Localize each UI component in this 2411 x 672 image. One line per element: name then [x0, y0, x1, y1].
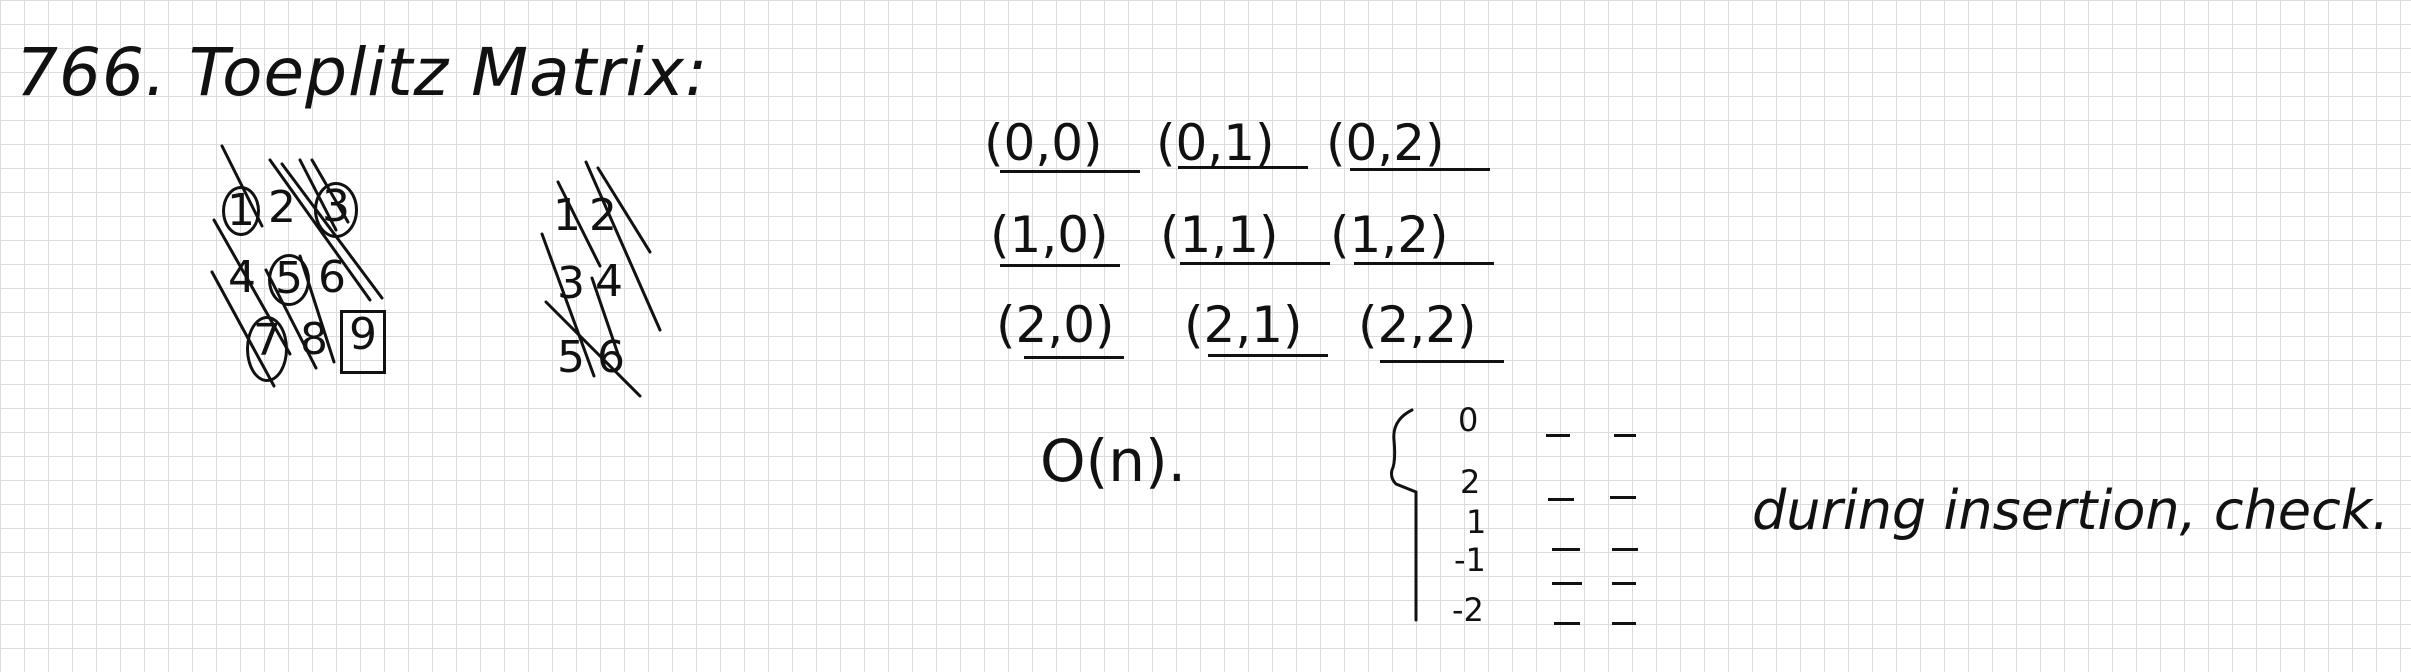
diagonal-stroke [544, 300, 642, 398]
diagonal-stroke [590, 276, 622, 362]
diagonal-stroke [280, 162, 384, 300]
diagonal-stroke [268, 158, 372, 302]
diagonal-stroke [212, 218, 292, 356]
diagonal-stroke [210, 270, 276, 388]
curly-brace [1390, 408, 1418, 622]
ink-strokes [210, 144, 1418, 622]
notebook-page: { "title": "766. Toeplitz Matrix:", "mat… [0, 0, 2411, 672]
diagonal-stroke [556, 180, 602, 268]
diagonal-stroke [220, 144, 264, 228]
diagonal-stroke [584, 160, 662, 332]
